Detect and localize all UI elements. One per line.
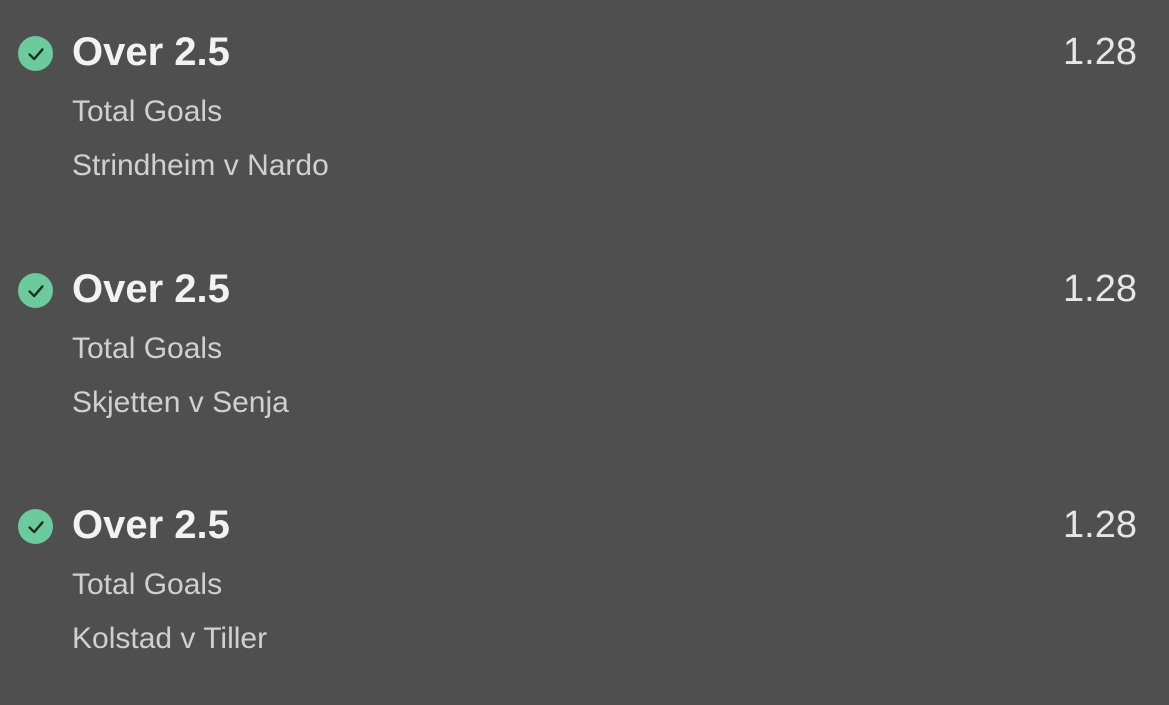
bet-market: Total Goals xyxy=(72,95,223,128)
bet-event: Kolstad v Tiller xyxy=(72,622,268,655)
bet-market: Total Goals xyxy=(72,568,223,601)
bet-selection: Over 2.5 xyxy=(72,267,230,311)
bet-item[interactable]: Over 2.5 1.28 Total Goals Kolstad v Till… xyxy=(0,497,1169,697)
bet-event: Skjetten v Senja xyxy=(72,386,289,419)
bet-market: Total Goals xyxy=(72,332,223,365)
bet-event: Strindheim v Nardo xyxy=(72,149,329,182)
check-circle-icon xyxy=(18,273,53,308)
check-circle-icon xyxy=(18,36,53,71)
checkmark-glyph xyxy=(27,284,44,297)
bet-list: Over 2.5 1.28 Total Goals Strindheim v N… xyxy=(0,0,1169,705)
bet-odds: 1.28 xyxy=(1063,504,1137,546)
bet-odds: 1.28 xyxy=(1063,31,1137,73)
bet-odds: 1.28 xyxy=(1063,268,1137,310)
checkmark-glyph xyxy=(27,47,44,60)
bet-item[interactable]: Over 2.5 1.28 Total Goals Skjetten v Sen… xyxy=(0,261,1169,461)
checkmark-glyph xyxy=(27,520,44,533)
bet-item[interactable]: Over 2.5 1.28 Total Goals Strindheim v N… xyxy=(0,24,1169,224)
bet-selection: Over 2.5 xyxy=(72,503,230,547)
bet-selection: Over 2.5 xyxy=(72,30,230,74)
check-circle-icon xyxy=(18,509,53,544)
